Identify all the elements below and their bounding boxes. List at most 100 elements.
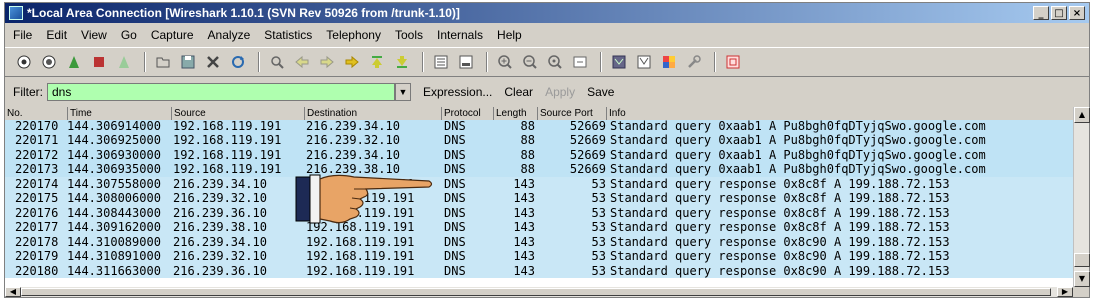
cell-no: 220173: [15, 162, 59, 176]
close-button[interactable]: ×: [1069, 6, 1085, 20]
vertical-scrollbar[interactable]: ▲ ▼: [1073, 107, 1090, 287]
scroll-left-button[interactable]: ◀: [5, 287, 21, 297]
scrollbar-thumb[interactable]: [1074, 253, 1090, 267]
preferences-icon[interactable]: [683, 51, 705, 73]
cell-protocol: DNS: [444, 176, 466, 191]
cell-info: Standard query response 0x8c8f A 199.188…: [610, 176, 950, 191]
cell-length: 88: [520, 147, 535, 162]
go-back-icon[interactable]: [291, 51, 313, 73]
column-header-source-port[interactable]: Source Port: [537, 107, 606, 120]
capture-filters-icon[interactable]: [608, 51, 630, 73]
go-to-packet-icon[interactable]: [341, 51, 363, 73]
cell-source-port: 53: [591, 220, 606, 234]
clear-button[interactable]: Clear: [504, 85, 533, 99]
resize-columns-icon[interactable]: [569, 51, 591, 73]
coloring-rules-icon[interactable]: [658, 51, 680, 73]
maximize-button[interactable]: □: [1051, 6, 1067, 20]
auto-scroll-icon[interactable]: [455, 51, 477, 73]
title-bar[interactable]: *Local Area Connection [Wireshark 1.10.1…: [5, 3, 1089, 23]
cell-length: 88: [520, 118, 535, 133]
cell-protocol: DNS: [444, 147, 466, 162]
table-row[interactable]: 220173 144.306935000 192.168.119.191 216.23…: [5, 162, 1073, 177]
minimize-button[interactable]: _: [1033, 6, 1049, 20]
menu-bar: File Edit View Go Capture Analyze Statis…: [5, 25, 1097, 45]
toolbar-separator: [486, 52, 488, 72]
menu-file[interactable]: File: [13, 28, 32, 42]
table-row[interactable]: 220176 144.308443000 216.239.36.10 192.168.…: [5, 205, 1073, 220]
go-forward-icon[interactable]: [316, 51, 338, 73]
go-last-icon[interactable]: [391, 51, 413, 73]
horizontal-scrollbar-thumb[interactable]: [21, 288, 1051, 296]
horizontal-scrollbar[interactable]: ◀ ▶: [5, 287, 1073, 297]
column-header-protocol[interactable]: Protocol: [441, 107, 493, 120]
save-filter-button[interactable]: Save: [587, 85, 614, 99]
window-controls: _ □ ×: [1033, 6, 1085, 20]
column-header-source[interactable]: Source: [171, 107, 304, 120]
open-file-icon[interactable]: [152, 51, 174, 73]
menu-view[interactable]: View: [81, 28, 107, 42]
cell-info: Standard query response 0x8c8f A 199.188…: [610, 205, 950, 220]
table-row[interactable]: 220172 144.306930000 192.168.119.191 216.23…: [5, 147, 1073, 162]
table-row[interactable]: 220174144.307558000216.239.34.10192.168.…: [5, 176, 1073, 191]
zoom-out-icon[interactable]: [519, 51, 541, 73]
scroll-right-button[interactable]: ▶: [1057, 287, 1073, 297]
menu-telephony[interactable]: Telephony: [326, 28, 381, 42]
zoom-in-icon[interactable]: [494, 51, 516, 73]
packet-list[interactable]: 220169144.306820000192.168.119.191192.16…: [5, 107, 1073, 287]
table-row[interactable]: 220170 144.306914000 192.168.119.191 216.23…: [5, 118, 1073, 133]
restart-capture-icon[interactable]: [113, 51, 135, 73]
expression-button[interactable]: Expression...: [423, 85, 492, 99]
display-filters-icon[interactable]: [633, 51, 655, 73]
menu-statistics[interactable]: Statistics: [264, 28, 312, 42]
menu-help[interactable]: Help: [497, 28, 522, 42]
go-first-icon[interactable]: [366, 51, 388, 73]
start-capture-icon[interactable]: [63, 51, 85, 73]
save-file-icon[interactable]: [177, 51, 199, 73]
column-header-length[interactable]: Length: [493, 107, 537, 120]
cell-no: 220174: [15, 176, 59, 191]
cell-source-port: 53: [591, 191, 606, 205]
toolbar-separator: [422, 52, 424, 72]
table-row[interactable]: 220180 144.311663000 216.239.36.10 192.168.…: [5, 263, 1073, 278]
cell-destination: 216.239.32.10: [306, 133, 400, 147]
display-filter-input[interactable]: [47, 83, 395, 101]
cell-source-port: 52669: [569, 133, 606, 147]
scroll-up-button[interactable]: ▲: [1074, 107, 1090, 123]
zoom-normal-icon[interactable]: [544, 51, 566, 73]
column-header-destination[interactable]: Destination: [304, 107, 441, 120]
column-header-time[interactable]: Time: [67, 107, 173, 120]
cell-source: 216.239.34.10: [173, 176, 267, 191]
column-header-info[interactable]: Info: [606, 107, 1073, 120]
help-icon[interactable]: [722, 51, 744, 73]
table-row[interactable]: 220171 144.306925000 192.168.119.191 216.23…: [5, 133, 1073, 148]
find-packet-icon[interactable]: [266, 51, 288, 73]
interface-list-icon[interactable]: [13, 51, 35, 73]
reload-icon[interactable]: [227, 51, 249, 73]
menu-edit[interactable]: Edit: [46, 28, 67, 42]
toolbar-separator: [258, 52, 260, 72]
menu-tools[interactable]: Tools: [395, 28, 423, 42]
apply-button[interactable]: Apply: [545, 85, 575, 99]
menu-internals[interactable]: Internals: [437, 28, 483, 42]
filter-dropdown-button[interactable]: ▼: [395, 83, 411, 101]
cell-time: 144.310891000: [67, 249, 161, 263]
cell-time: 144.307558000: [67, 176, 161, 191]
cell-source-port: 53: [591, 234, 606, 249]
scroll-down-button[interactable]: ▼: [1074, 271, 1090, 287]
table-row[interactable]: 220177 144.309162000 216.239.38.10 192.168.…: [5, 220, 1073, 235]
menu-go[interactable]: Go: [121, 28, 137, 42]
column-header-no[interactable]: No.: [5, 107, 67, 120]
table-row[interactable]: 220175144.308006000216.239.32.10192.168.…: [5, 191, 1073, 206]
close-file-icon[interactable]: [202, 51, 224, 73]
table-row[interactable]: 220178 144.310089000 216.239.34.10 192.168.…: [5, 234, 1073, 249]
stop-capture-icon[interactable]: [88, 51, 110, 73]
cell-time: 144.306925000: [67, 133, 161, 147]
menu-capture[interactable]: Capture: [151, 28, 194, 42]
cell-length: 143: [513, 234, 535, 249]
cell-length: 143: [513, 220, 535, 234]
colorize-icon[interactable]: [430, 51, 452, 73]
menu-analyze[interactable]: Analyze: [208, 28, 251, 42]
capture-options-icon[interactable]: [38, 51, 60, 73]
table-row[interactable]: 220179 144.310891000 216.239.32.10 192.168.…: [5, 249, 1073, 264]
main-toolbar: [5, 47, 1089, 77]
